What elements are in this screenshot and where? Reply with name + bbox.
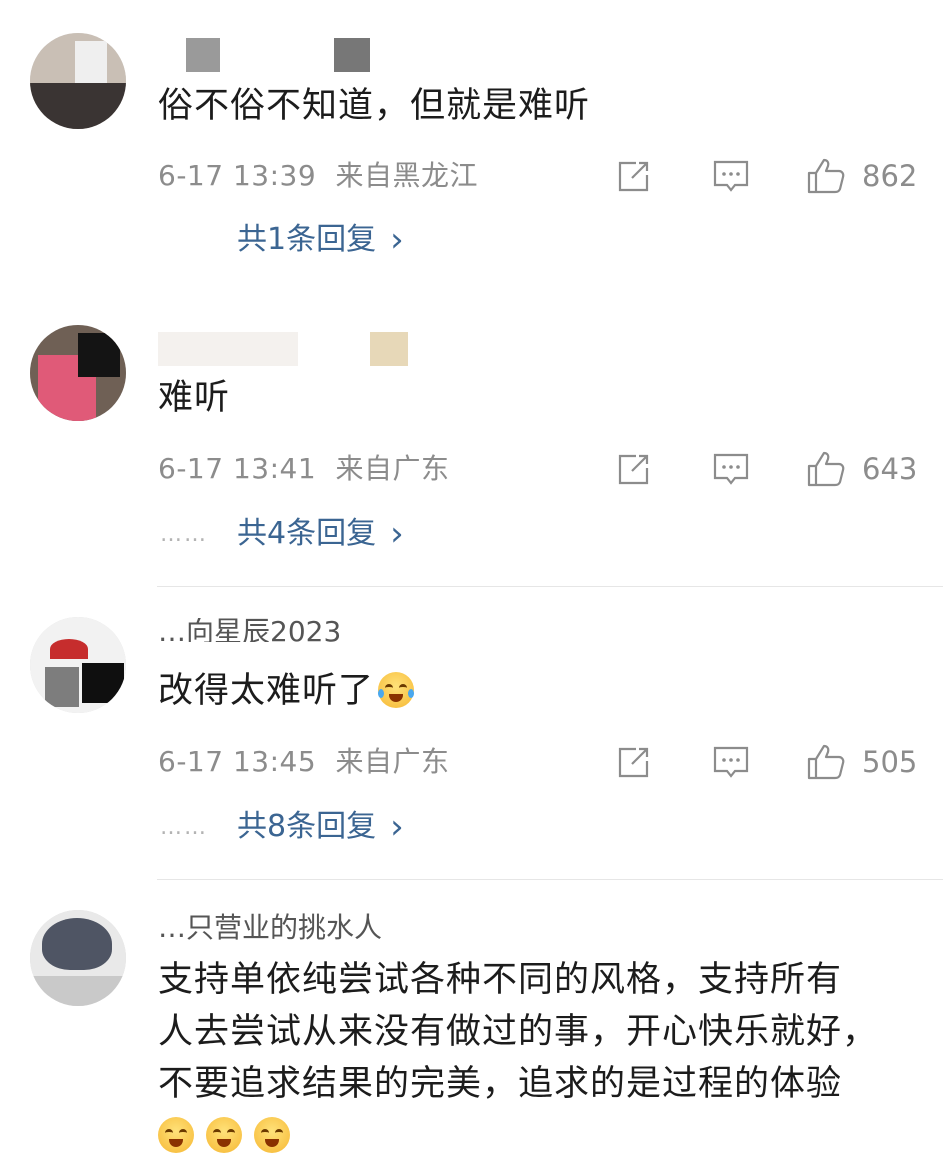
comment-text: 支持单依纯尝试各种不同的风格，支持所有 人去尝试从来没有做过的事，开心快乐就好，… <box>158 954 928 1156</box>
view-replies-link[interactable]: 共8条回复 › <box>237 807 404 847</box>
comment-text: 改得太难听了 <box>158 665 928 717</box>
heart-eyes-emoji <box>158 1117 194 1153</box>
replies-label: 共8条回复 <box>237 809 377 844</box>
like-button[interactable]: 643 <box>806 449 917 489</box>
like-count: 505 <box>862 745 918 779</box>
heart-eyes-emoji <box>206 1117 243 1153</box>
like-button[interactable]: 505 <box>806 742 917 782</box>
share-icon <box>618 747 649 778</box>
username[interactable] <box>158 332 418 366</box>
comment-meta: 6-17 13:45 来自广东 <box>158 744 450 780</box>
comment-button[interactable] <box>712 742 750 782</box>
location: 来自广东 <box>335 452 450 485</box>
comment-button[interactable] <box>712 449 750 489</box>
location: 来自广东 <box>335 745 450 778</box>
comment-text: 俗不俗不知道，但就是难听 <box>158 86 591 126</box>
username[interactable] <box>158 38 373 72</box>
timestamp: 6-17 13:45 <box>158 745 317 778</box>
avatar[interactable] <box>30 325 126 421</box>
heart-eyes-emoji <box>254 1117 291 1153</box>
location: 来自黑龙江 <box>335 159 479 192</box>
chevron-right-icon: › <box>390 220 404 260</box>
avatar[interactable] <box>30 33 126 129</box>
share-button[interactable] <box>616 449 652 489</box>
comment-icon <box>713 160 749 192</box>
chevron-right-icon: › <box>390 807 404 847</box>
divider <box>157 586 943 587</box>
like-button[interactable]: 862 <box>806 156 917 196</box>
comment-text-line: 人去尝试从来没有做过的事，开心快乐就好， <box>158 1012 879 1052</box>
timestamp: 6-17 13:39 <box>158 159 317 192</box>
replies-preview: …… <box>160 522 208 547</box>
comment-text-line: 不要追求结果的完美，追求的是过程的体验 <box>158 1064 843 1104</box>
thumbs-up-icon <box>807 158 845 194</box>
replies-label: 共4条回复 <box>237 516 377 551</box>
username[interactable]: …只营业的挑水人 <box>158 912 478 942</box>
emoji-row <box>158 1110 928 1156</box>
comment-text-line: 支持单依纯尝试各种不同的风格，支持所有 <box>158 960 843 1000</box>
comment-meta: 6-17 13:41 来自广东 <box>158 451 450 487</box>
thumbs-up-icon <box>807 451 845 487</box>
replies-preview: …… <box>160 815 208 840</box>
like-count: 643 <box>862 452 918 486</box>
comment-icon <box>713 746 749 778</box>
timestamp: 6-17 13:41 <box>158 452 317 485</box>
like-count: 862 <box>862 159 918 193</box>
view-replies-link[interactable]: 共1条回复 › <box>237 220 404 260</box>
view-replies-link[interactable]: 共4条回复 › <box>237 514 404 554</box>
comment-button[interactable] <box>712 156 750 196</box>
comment-text: 难听 <box>158 378 231 418</box>
replies-label: 共1条回复 <box>237 222 377 257</box>
comment-meta: 6-17 13:39 来自黑龙江 <box>158 158 478 194</box>
thumbs-up-icon <box>807 744 845 780</box>
chevron-right-icon: › <box>390 514 404 554</box>
share-icon <box>618 161 649 192</box>
share-icon <box>618 454 649 485</box>
divider <box>157 879 943 880</box>
comment-icon <box>713 453 749 485</box>
crying-laughing-emoji <box>378 672 415 708</box>
avatar[interactable] <box>30 910 126 1006</box>
share-button[interactable] <box>616 156 652 196</box>
username[interactable]: …向星辰2023 <box>158 618 418 642</box>
share-button[interactable] <box>616 742 652 782</box>
avatar[interactable] <box>30 617 126 713</box>
